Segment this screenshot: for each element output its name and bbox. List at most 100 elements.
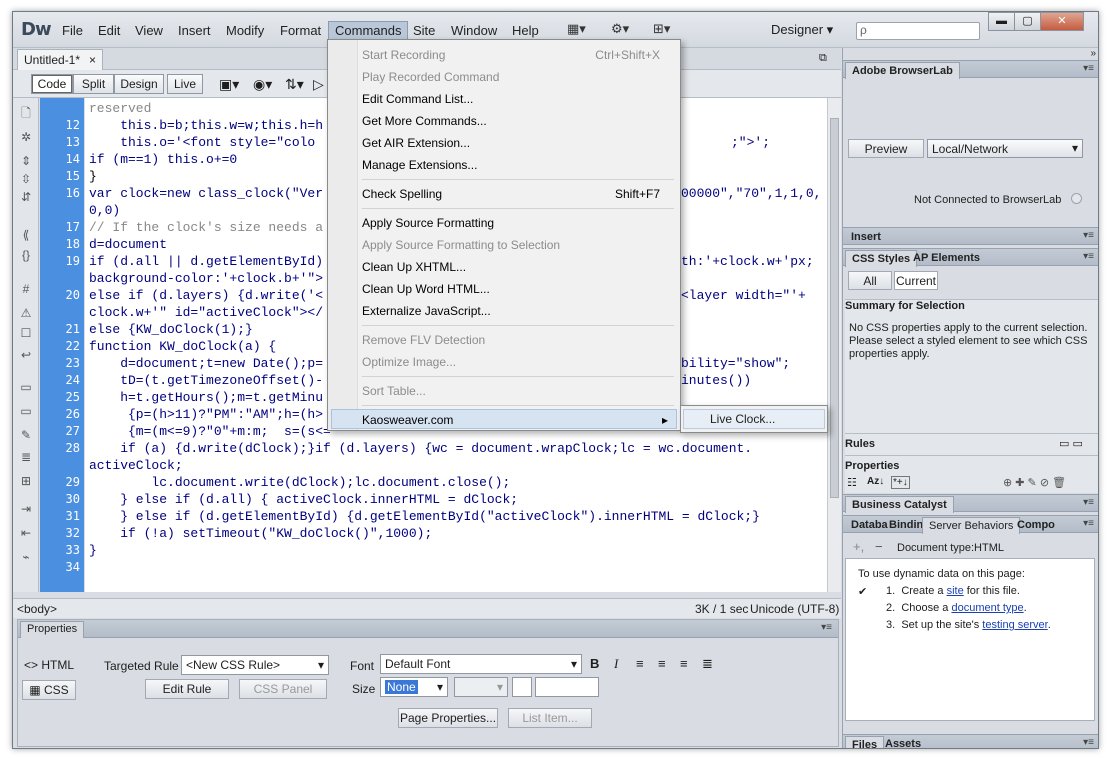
category-view-icon[interactable]: ☷: [847, 476, 857, 489]
browser-preview-icon[interactable]: ◉▾: [253, 76, 272, 93]
menu-item-manage-extensions[interactable]: Manage Extensions...: [362, 155, 678, 175]
menu-item-get-more-commands[interactable]: Get More Commands...: [362, 111, 678, 131]
align-center-icon[interactable]: ≡: [658, 656, 666, 671]
tag-selector[interactable]: <body>: [17, 602, 57, 616]
document-type-link[interactable]: document type: [951, 602, 1023, 614]
panel-menu-icon[interactable]: ▾≡: [1083, 63, 1094, 74]
select-parent-tag-icon[interactable]: ⟪: [19, 228, 33, 242]
layout-icon[interactable]: ▦▾: [567, 21, 586, 37]
rules-view-icon[interactable]: ▭ ▭: [1059, 437, 1083, 450]
balance-braces-icon[interactable]: {}: [19, 248, 33, 262]
color-hex-input[interactable]: [535, 677, 599, 697]
bold-icon[interactable]: B: [590, 656, 599, 671]
menu-format[interactable]: Format: [274, 22, 327, 40]
menu-item-apply-source-formatting[interactable]: Apply Source Formatting: [362, 213, 678, 233]
tab-browserlab[interactable]: Adobe BrowserLab: [845, 62, 960, 79]
recent-snippets-icon[interactable]: ≣: [19, 450, 33, 464]
panel-menu-icon[interactable]: ▾≡: [1083, 251, 1094, 262]
collapse-panels-icon[interactable]: »: [1090, 48, 1096, 59]
menu-window[interactable]: Window: [445, 22, 503, 40]
collapse-selection-icon[interactable]: ⇳: [19, 172, 33, 186]
inspect-icon[interactable]: ▷: [313, 76, 324, 93]
live-view-button[interactable]: Live: [167, 74, 203, 94]
menu-file[interactable]: File: [56, 22, 89, 40]
alpha-sort-icon[interactable]: Az↓: [867, 476, 884, 487]
outdent-icon[interactable]: ⇤: [19, 526, 33, 540]
align-right-icon[interactable]: ≡: [680, 656, 688, 671]
css-mode-button[interactable]: ▦ CSS: [22, 680, 76, 700]
menu-commands[interactable]: Commands: [328, 21, 409, 41]
tab-components[interactable]: Compo: [1011, 517, 1061, 534]
site-link[interactable]: site: [947, 585, 964, 597]
wrap-tag-icon[interactable]: ✎: [19, 428, 33, 442]
size-unit-select[interactable]: ▾: [454, 677, 508, 697]
highlight-invalid-icon[interactable]: ⚠: [19, 306, 33, 320]
panel-menu-icon[interactable]: ▾≡: [1083, 497, 1094, 508]
menu-item-check-spelling[interactable]: Check Spelling Shift+F7: [362, 184, 678, 204]
size-select[interactable]: None ▾: [380, 677, 448, 697]
move-css-icon[interactable]: ⊞: [19, 474, 33, 488]
minimize-button[interactable]: ▬: [988, 12, 1015, 31]
restore-icon[interactable]: ⧉: [819, 52, 827, 65]
syntax-error-icon[interactable]: ☐: [19, 326, 33, 340]
file-management-icon[interactable]: ⇅▾: [285, 76, 304, 93]
css-current-button[interactable]: Current: [894, 271, 938, 290]
html-mode-button[interactable]: <> HTML: [24, 658, 74, 672]
menu-item-play-recorded[interactable]: Play Recorded Command: [362, 67, 678, 87]
menu-item-get-air-extension[interactable]: Get AIR Extension...: [362, 133, 678, 153]
open-documents-icon[interactable]: 🗋: [19, 106, 33, 120]
collapse-tag-icon[interactable]: ⇕: [19, 154, 33, 168]
search-input[interactable]: ρ: [856, 22, 980, 40]
tab-ap-elements[interactable]: AP Elements: [907, 250, 986, 267]
italic-icon[interactable]: I: [614, 656, 618, 672]
menu-site[interactable]: Site: [407, 22, 441, 40]
tab-assets[interactable]: Assets: [879, 736, 927, 748]
line-numbers-icon[interactable]: #: [19, 282, 33, 296]
css-all-button[interactable]: All: [848, 271, 892, 290]
close-tab-icon[interactable]: ×: [89, 53, 96, 67]
align-left-icon[interactable]: ≡: [636, 656, 644, 671]
menu-view[interactable]: View: [129, 22, 169, 40]
show-code-navigator-icon[interactable]: ✲: [19, 130, 33, 144]
workspace-switcher[interactable]: Designer ▾: [771, 22, 833, 38]
word-wrap-icon[interactable]: ↩: [19, 348, 33, 362]
menu-item-sort-table[interactable]: Sort Table...: [362, 381, 678, 401]
expand-all-icon[interactable]: ⇵: [19, 190, 33, 204]
align-justify-icon[interactable]: ≣: [702, 656, 713, 672]
menu-item-externalize-javascript[interactable]: Externalize JavaScript...: [362, 301, 678, 321]
menu-help[interactable]: Help: [506, 22, 545, 40]
panel-menu-icon[interactable]: ▾≡: [821, 622, 832, 633]
menu-item-optimize-image[interactable]: Optimize Image...: [362, 352, 678, 372]
tab-business-catalyst[interactable]: Business Catalyst: [845, 496, 954, 513]
testing-server-link[interactable]: testing server: [982, 619, 1047, 631]
menu-item-kaosweaver[interactable]: Kaosweaver.com ▸: [331, 409, 677, 429]
edit-rule-button[interactable]: Edit Rule: [145, 679, 229, 699]
design-view-button[interactable]: Design: [114, 74, 164, 94]
add-behavior-icon[interactable]: +,: [853, 539, 864, 554]
color-picker[interactable]: [512, 677, 532, 697]
set-properties-icon[interactable]: *+↓: [891, 476, 910, 489]
multiscreen-icon[interactable]: ▣▾: [219, 76, 239, 93]
menu-insert[interactable]: Insert: [172, 22, 217, 40]
property-actions-icon[interactable]: ⊕ ✚ ✎ ⊘ 🗑: [1003, 476, 1066, 489]
preview-button[interactable]: Preview: [848, 139, 924, 158]
format-source-icon[interactable]: ⌁: [19, 550, 33, 564]
document-tab[interactable]: Untitled-1* ×: [17, 49, 103, 70]
gear-icon[interactable]: ⚙▾: [611, 21, 629, 37]
tab-insert[interactable]: Insert: [845, 229, 887, 246]
browserlab-mode-select[interactable]: Local/Network ▾: [927, 139, 1083, 158]
menu-item-edit-command-list[interactable]: Edit Command List...: [362, 89, 678, 109]
remove-comment-icon[interactable]: ▭: [19, 404, 33, 418]
panel-menu-icon[interactable]: ▾≡: [1083, 518, 1094, 529]
panel-menu-icon[interactable]: ▾≡: [1083, 230, 1094, 241]
remove-behavior-icon[interactable]: −: [875, 539, 883, 554]
targeted-rule-select[interactable]: <New CSS Rule> ▾: [181, 655, 329, 675]
indent-icon[interactable]: ⇥: [19, 502, 33, 516]
menu-modify[interactable]: Modify: [220, 22, 270, 40]
maximize-button[interactable]: ▢: [1014, 12, 1041, 31]
site-icon[interactable]: ⊞▾: [653, 21, 670, 37]
css-panel-button[interactable]: CSS Panel: [239, 679, 327, 699]
menu-item-clean-up-word-html[interactable]: Clean Up Word HTML...: [362, 279, 678, 299]
menu-edit[interactable]: Edit: [92, 22, 126, 40]
code-scrollbar[interactable]: [827, 98, 841, 592]
